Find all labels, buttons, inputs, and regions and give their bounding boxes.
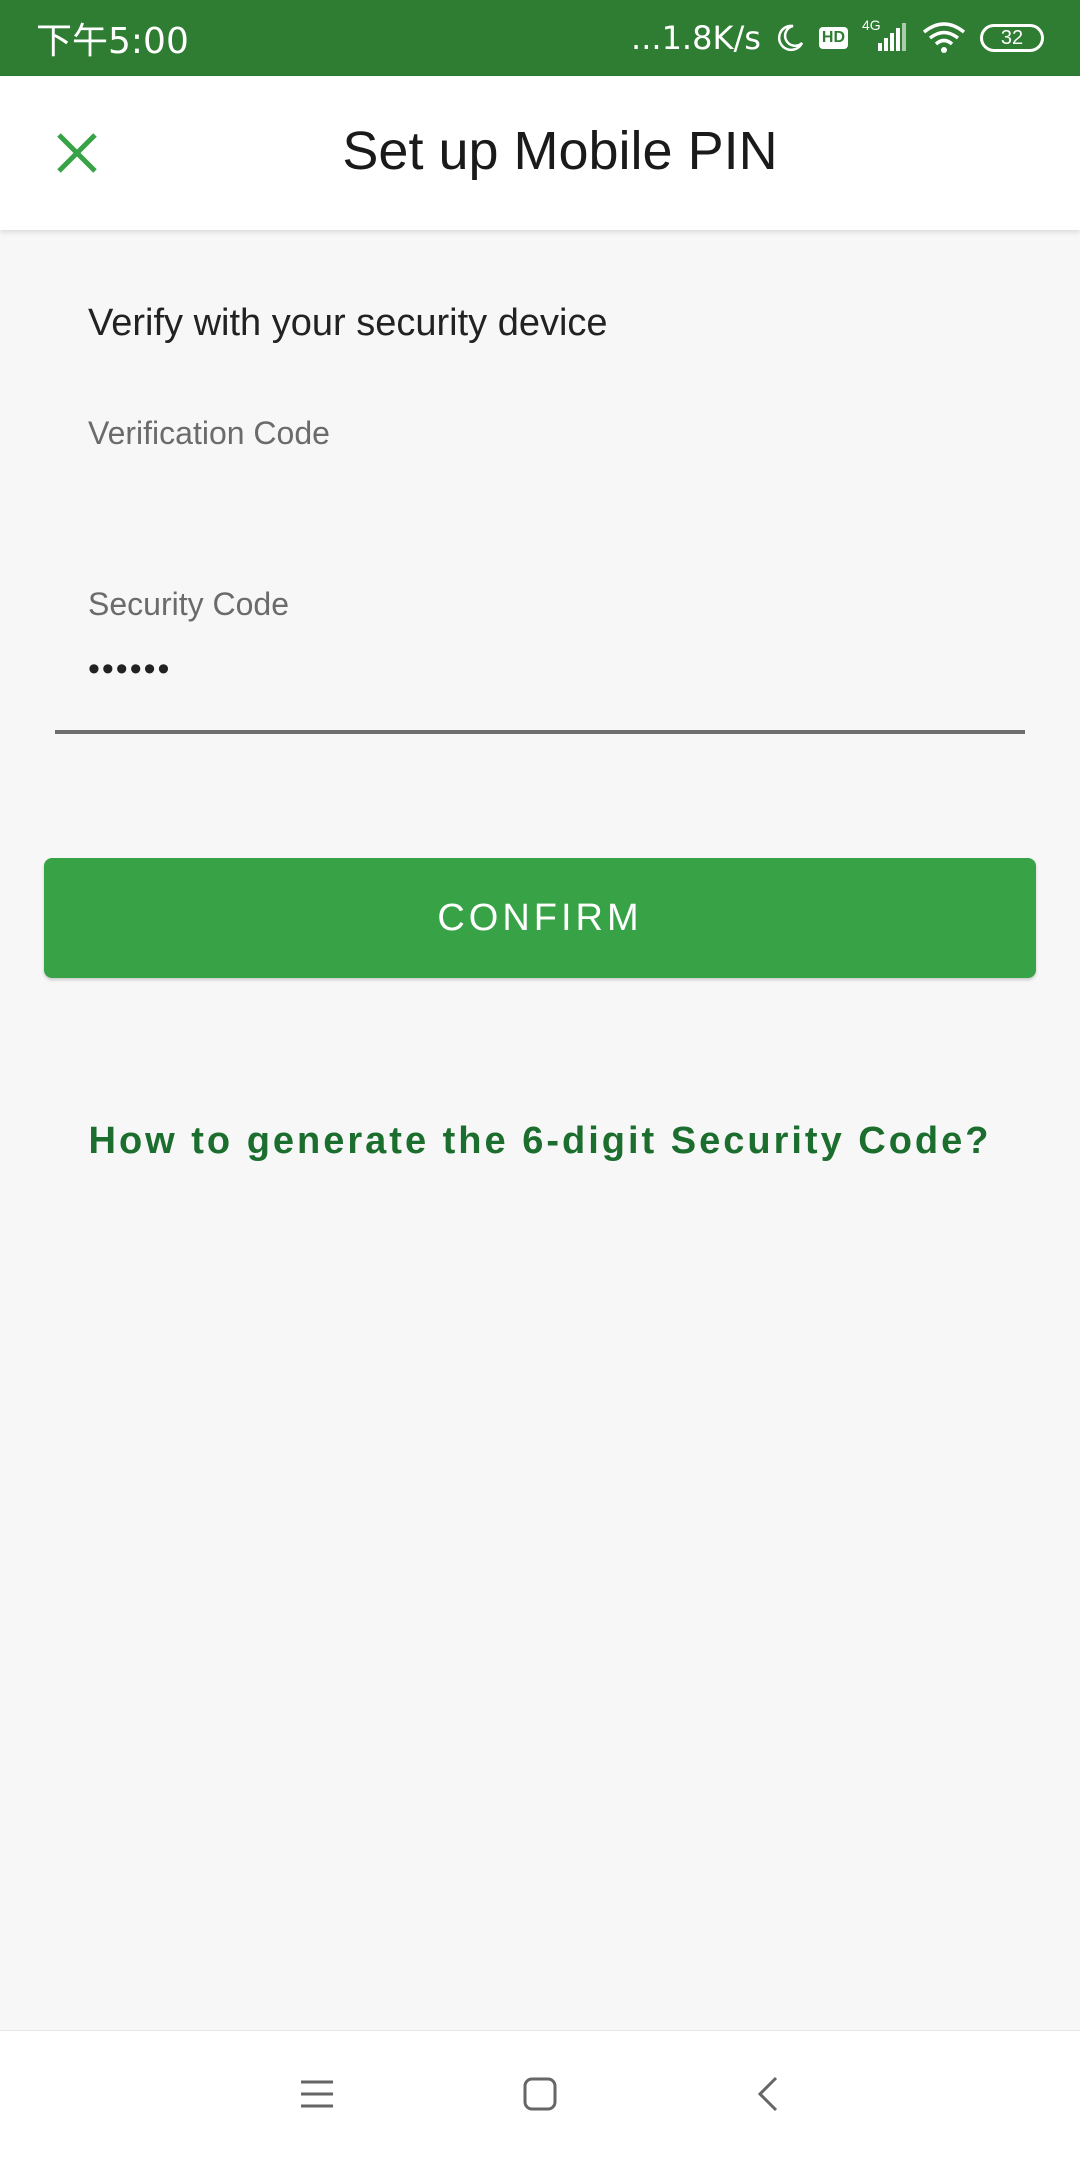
- verification-code-label: Verification Code: [88, 415, 330, 451]
- page-title: Set up Mobile PIN: [342, 121, 778, 181]
- home-button[interactable]: [505, 2061, 575, 2131]
- wifi-icon: [922, 22, 966, 54]
- menu-icon: [299, 2078, 335, 2115]
- status-icons: ...1.8K/s HD 4G 32: [631, 17, 1044, 57]
- help-link[interactable]: How to generate the 6-digit Security Cod…: [0, 1120, 1080, 1163]
- menu-button[interactable]: [282, 2061, 352, 2131]
- battery-level: 32: [1000, 26, 1024, 49]
- verification-code-input[interactable]: [88, 460, 1022, 532]
- signal-label: 4G: [862, 17, 881, 33]
- security-code-label: Security Code: [88, 586, 289, 622]
- back-button[interactable]: [733, 2061, 803, 2131]
- status-bar: 下午5:00 ...1.8K/s HD 4G 32: [0, 0, 1080, 76]
- moon-icon: [775, 23, 805, 53]
- status-time: 下午5:00: [36, 21, 189, 62]
- network-speed: ...1.8K/s: [631, 19, 761, 57]
- confirm-button[interactable]: CONFIRM: [44, 858, 1036, 978]
- app-bar: Set up Mobile PIN: [0, 76, 1080, 230]
- form-heading: Verify with your security device: [88, 302, 608, 344]
- security-code-input[interactable]: ••••••: [88, 650, 1018, 710]
- security-code-underline: [55, 730, 1025, 734]
- back-icon: [756, 2075, 780, 2118]
- battery-icon: 32: [980, 24, 1044, 52]
- hd-icon: HD: [818, 27, 848, 49]
- signal-icon: 4G: [862, 17, 908, 53]
- home-icon: [522, 2076, 558, 2117]
- system-nav-bar: [0, 2030, 1080, 2161]
